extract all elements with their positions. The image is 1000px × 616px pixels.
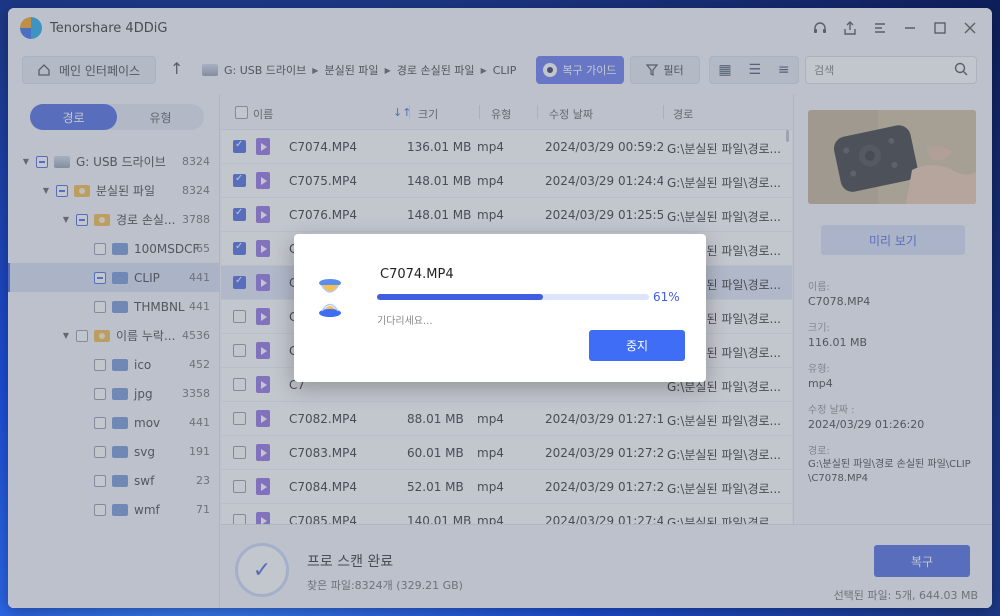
stop-button[interactable]: 중지 xyxy=(589,330,685,361)
recovery-progress-dialog: C7074.MP4 61% 기다리세요... 중지 xyxy=(294,234,706,382)
hourglass-icon xyxy=(319,279,341,317)
progress-bar xyxy=(377,294,649,300)
progress-fill xyxy=(377,294,543,300)
app-window: Tenorshare 4DDiG 메인 인터페이스 ↑ G: USB 드라이브 … xyxy=(8,8,992,608)
dialog-filename: C7074.MP4 xyxy=(380,267,454,282)
dialog-wait-text: 기다리세요... xyxy=(377,316,433,327)
progress-percent: 61% xyxy=(653,290,680,304)
